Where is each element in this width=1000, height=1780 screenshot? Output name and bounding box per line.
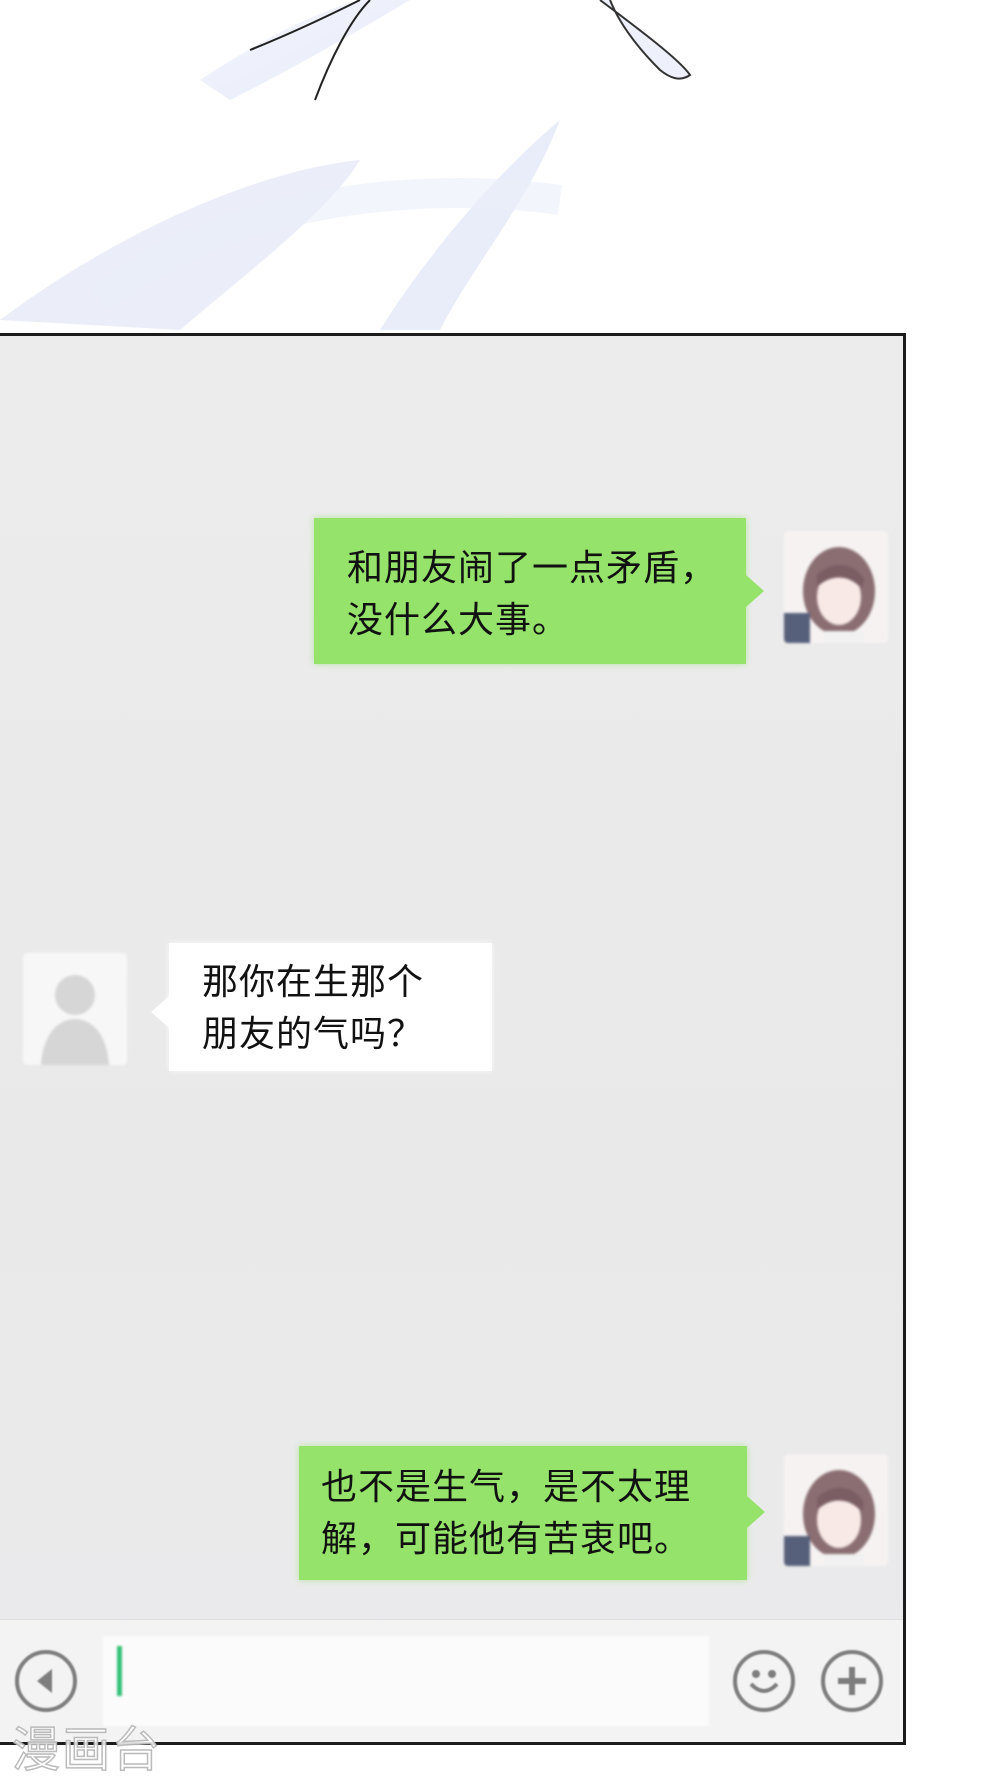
message-input[interactable]	[103, 1636, 709, 1726]
chat-screen: 和朋友闹了一点矛盾， 没什么大事。 那你在生那个 朋友的气吗？ 也不是生气，是不…	[0, 333, 906, 1745]
user-avatar	[784, 1454, 888, 1566]
message-bubble-incoming: 那你在生那个 朋友的气吗？	[169, 943, 492, 1071]
voice-icon[interactable]	[15, 1650, 77, 1712]
message-line: 朋友的气吗？	[202, 1014, 425, 1055]
emoji-icon[interactable]	[733, 1650, 795, 1712]
contact-avatar	[23, 953, 127, 1065]
message-line: 那你在生那个	[202, 962, 425, 1003]
message-line: 和朋友闹了一点矛盾，	[347, 548, 718, 589]
user-avatar	[784, 531, 888, 643]
watermark-text: 漫画台	[11, 1721, 163, 1779]
plus-icon[interactable]	[821, 1650, 883, 1712]
background-artwork	[0, 0, 692, 330]
bubble-tail	[747, 1496, 765, 1528]
bubble-tail	[151, 996, 169, 1028]
text-cursor	[117, 1646, 122, 1696]
message-line: 没什么大事。	[347, 600, 570, 641]
message-bubble-outgoing: 和朋友闹了一点矛盾， 没什么大事。	[314, 518, 746, 664]
message-line: 解，可能他有苦衷吧。	[321, 1519, 692, 1560]
bubble-tail	[746, 575, 764, 607]
message-bubble-outgoing: 也不是生气，是不太理 解，可能他有苦衷吧。	[299, 1446, 747, 1580]
message-line: 也不是生气，是不太理	[321, 1467, 692, 1508]
